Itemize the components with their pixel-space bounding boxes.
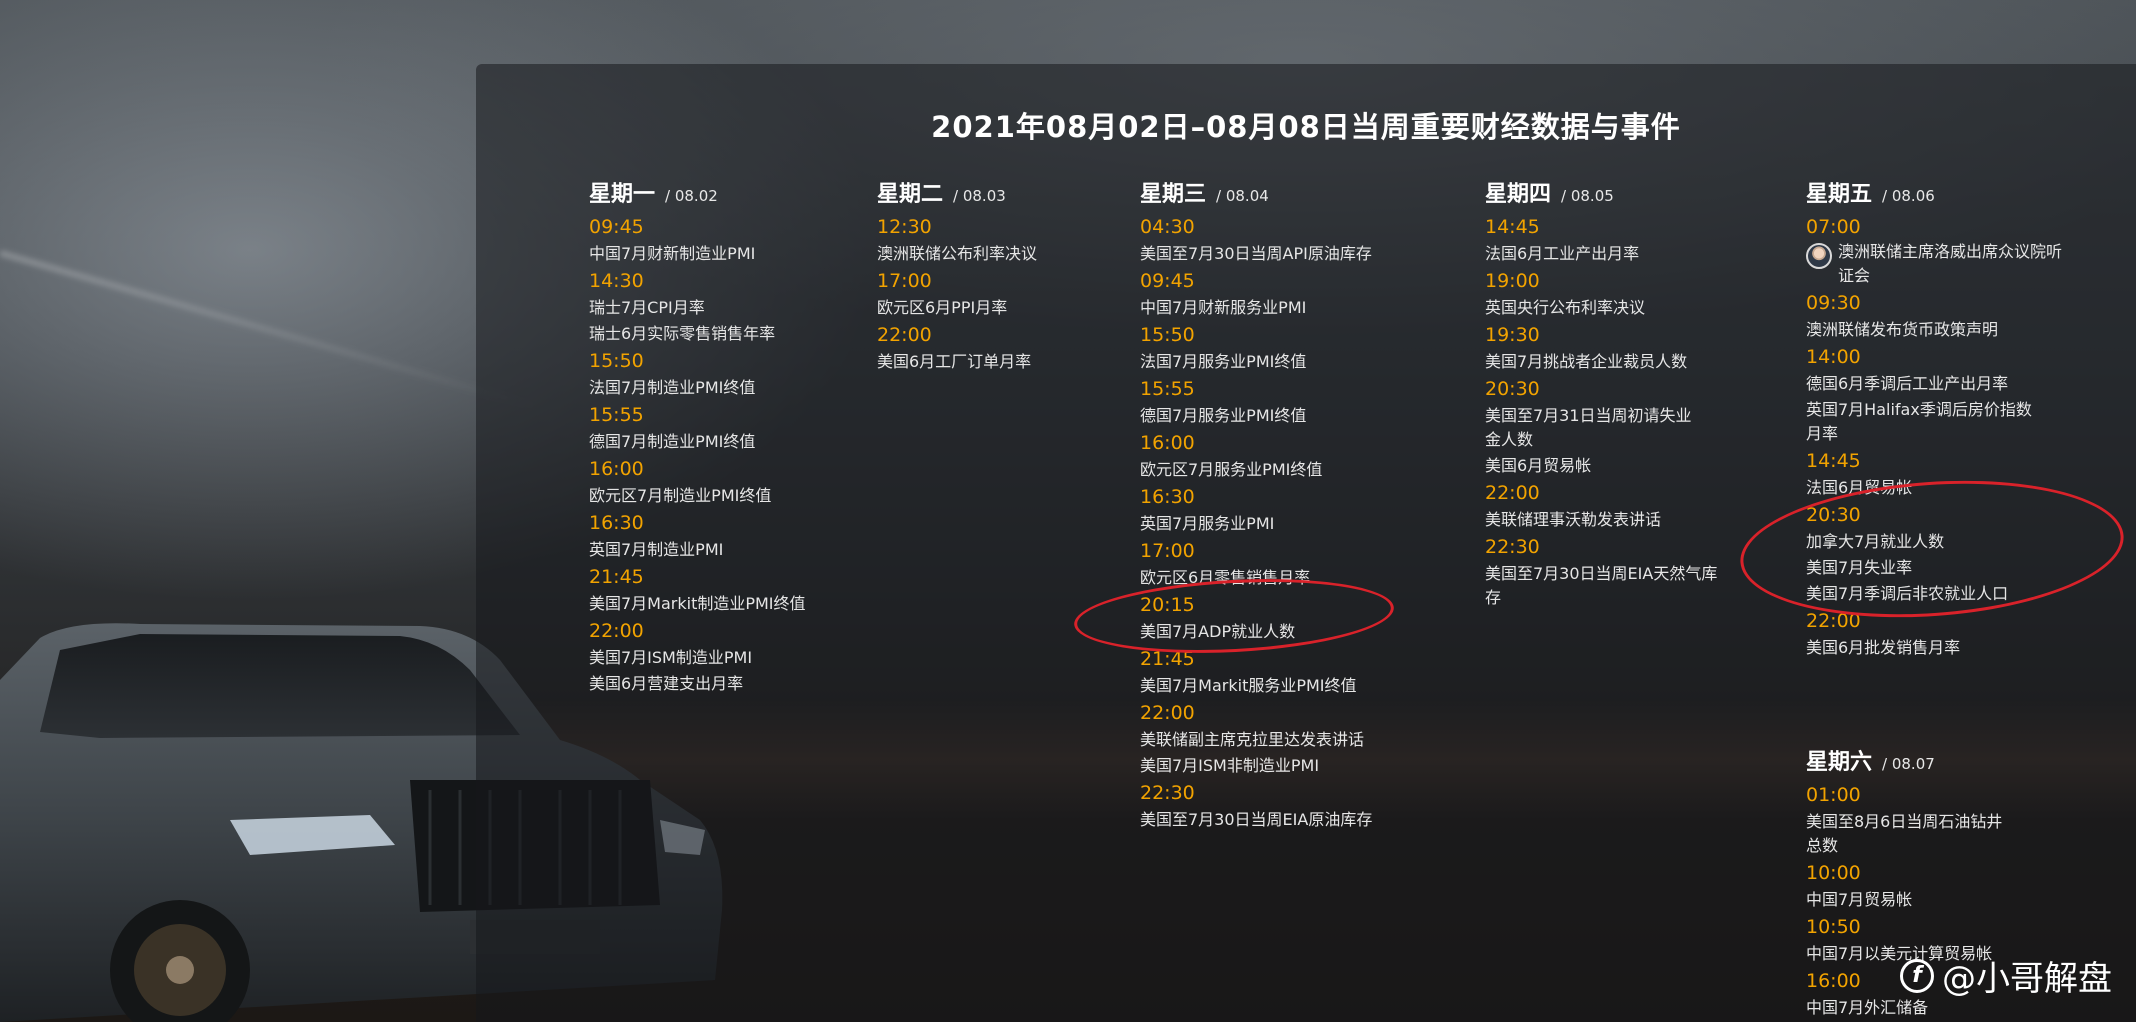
event-item: 美国至7月30日当周EIA原油库存 <box>1140 810 1373 829</box>
event-time: 21:45 <box>589 566 644 588</box>
event-time: 09:45 <box>589 216 644 238</box>
event-item: 美国至7月30日当周API原油库存 <box>1140 244 1372 263</box>
person-avatar-icon <box>1806 243 1832 269</box>
event-item: 美国6月贸易帐 <box>1485 456 1592 475</box>
event-time: 15:50 <box>1140 324 1195 346</box>
event-time: 10:50 <box>1806 916 1861 938</box>
day-header: 星期二 / 08.03 <box>877 176 1147 208</box>
event-time: 20:30 <box>1485 378 1540 400</box>
day-name: 星期三 <box>1140 182 1207 207</box>
event-time: 22:00 <box>877 324 932 346</box>
event-item: 瑞士6月实际零售销售年率 <box>589 324 776 343</box>
day-column-tuesday: 星期二 / 08.03 12:30 澳洲联储公布利率决议 17:00 欧元区6月… <box>877 176 1147 374</box>
event-time: 01:00 <box>1806 784 1861 806</box>
event-item: 美国7月ISM制造业PMI <box>589 648 753 667</box>
event-time: 12:30 <box>877 216 932 238</box>
day-date: / 08.07 <box>1882 755 1935 773</box>
event-item: 德国6月季调后工业产出月率 <box>1806 374 2009 393</box>
event-with-avatar: 澳洲联储主席洛威出席众议院听证会 <box>1806 240 2066 288</box>
event-item: 中国7月贸易帐 <box>1806 890 1913 909</box>
page-title: 2021年08月02日–08月08日当周重要财经数据与事件 <box>931 110 1681 144</box>
event-item: 美国7月挑战者企业裁员人数 <box>1485 352 1688 371</box>
event-item: 欧元区6月PPI月率 <box>877 298 1008 317</box>
event-item: 美国至7月30日当周EIA天然气库存 <box>1485 564 1718 607</box>
event-item: 美联储理事沃勒发表讲话 <box>1485 510 1662 529</box>
day-column-thursday: 星期四 / 08.05 14:45 法国6月工业产出月率 19:00 英国央行公… <box>1485 176 1725 610</box>
event-item: 美国6月批发销售月率 <box>1806 638 1961 657</box>
event-item: 美国7月Markit制造业PMI终值 <box>589 594 806 613</box>
event-item: 美国至7月31日当周初请失业金人数 <box>1485 406 1692 449</box>
day-name: 星期五 <box>1806 182 1873 207</box>
event-time: 17:00 <box>1140 540 1195 562</box>
sky-streak <box>0 250 540 411</box>
event-time: 22:00 <box>1140 702 1195 724</box>
day-header: 星期三 / 08.04 <box>1140 176 1410 208</box>
day-header: 星期四 / 08.05 <box>1485 176 1725 208</box>
event-time: 16:30 <box>589 512 644 534</box>
event-item: 美国至8月6日当周石油钻井总数 <box>1806 812 2003 855</box>
event-time: 22:00 <box>589 620 644 642</box>
watermark: f @小哥解盘 <box>1900 951 2112 1000</box>
event-time: 14:30 <box>589 270 644 292</box>
day-header: 星期六 / 08.07 <box>1806 744 2026 776</box>
event-item: 澳洲联储发布货币政策声明 <box>1806 320 1999 339</box>
event-item: 法国6月工业产出月率 <box>1485 244 1640 263</box>
day-column-monday: 星期一 / 08.02 09:45 中国7月财新制造业PMI 14:30 瑞士7… <box>589 176 859 696</box>
day-date: / 08.04 <box>1216 187 1269 205</box>
day-name: 星期六 <box>1806 750 1873 775</box>
event-item: 欧元区7月制造业PMI终值 <box>589 486 772 505</box>
event-item: 中国7月财新制造业PMI <box>589 244 756 263</box>
day-name: 星期一 <box>589 182 656 207</box>
event-time: 22:00 <box>1485 482 1540 504</box>
event-time: 16:00 <box>1140 432 1195 454</box>
event-item: 法国7月服务业PMI终值 <box>1140 352 1307 371</box>
event-time: 07:00 <box>1806 216 1861 238</box>
event-time: 15:55 <box>589 404 644 426</box>
event-item: 澳洲联储公布利率决议 <box>877 244 1038 263</box>
event-time: 14:45 <box>1485 216 1540 238</box>
event-time: 22:30 <box>1140 782 1195 804</box>
event-item: 美国6月工厂订单月率 <box>877 352 1032 371</box>
day-column-wednesday: 星期三 / 08.04 04:30 美国至7月30日当周API原油库存 09:4… <box>1140 176 1410 832</box>
event-time: 14:00 <box>1806 346 1861 368</box>
event-item: 美国6月营建支出月率 <box>589 674 744 693</box>
event-item: 德国7月服务业PMI终值 <box>1140 406 1307 425</box>
event-time: 15:50 <box>589 350 644 372</box>
event-item: 法国7月制造业PMI终值 <box>589 378 756 397</box>
event-time: 16:30 <box>1140 486 1195 508</box>
toutiao-logo-icon: f <box>1900 958 1934 993</box>
event-item: 澳洲联储主席洛威出席众议院听证会 <box>1838 242 2063 285</box>
day-header: 星期一 / 08.02 <box>589 176 859 208</box>
event-time: 22:30 <box>1485 536 1540 558</box>
day-date: / 08.02 <box>665 187 718 205</box>
event-item: 欧元区7月服务业PMI终值 <box>1140 460 1323 479</box>
day-name: 星期四 <box>1485 182 1552 207</box>
event-time: 19:00 <box>1485 270 1540 292</box>
event-time: 14:45 <box>1806 450 1861 472</box>
event-time: 09:30 <box>1806 292 1861 314</box>
day-name: 星期二 <box>877 182 944 207</box>
event-item: 美国7月ISM非制造业PMI <box>1140 756 1320 775</box>
event-item: 中国7月财新服务业PMI <box>1140 298 1307 317</box>
watermark-text: @小哥解盘 <box>1942 959 2112 999</box>
day-header: 星期五 / 08.06 <box>1806 176 2066 208</box>
event-time: 09:45 <box>1140 270 1195 292</box>
event-item: 英国7月Halifax季调后房价指数月率 <box>1806 400 2032 443</box>
day-date: / 08.05 <box>1561 187 1614 205</box>
event-item: 美国7月Markit服务业PMI终值 <box>1140 676 1357 695</box>
event-time: 04:30 <box>1140 216 1195 238</box>
event-item: 瑞士7月CPI月率 <box>589 298 705 317</box>
event-time: 17:00 <box>877 270 932 292</box>
event-item: 英国7月制造业PMI <box>589 540 724 559</box>
event-item: 美联储副主席克拉里达发表讲话 <box>1140 730 1365 749</box>
event-time: 10:00 <box>1806 862 1861 884</box>
event-item: 英国7月服务业PMI <box>1140 514 1275 533</box>
day-date: / 08.06 <box>1882 187 1935 205</box>
day-date: / 08.03 <box>953 187 1006 205</box>
event-time: 16:00 <box>589 458 644 480</box>
event-time: 15:55 <box>1140 378 1195 400</box>
event-item: 德国7月制造业PMI终值 <box>589 432 756 451</box>
event-time: 19:30 <box>1485 324 1540 346</box>
event-item: 英国央行公布利率决议 <box>1485 298 1646 317</box>
